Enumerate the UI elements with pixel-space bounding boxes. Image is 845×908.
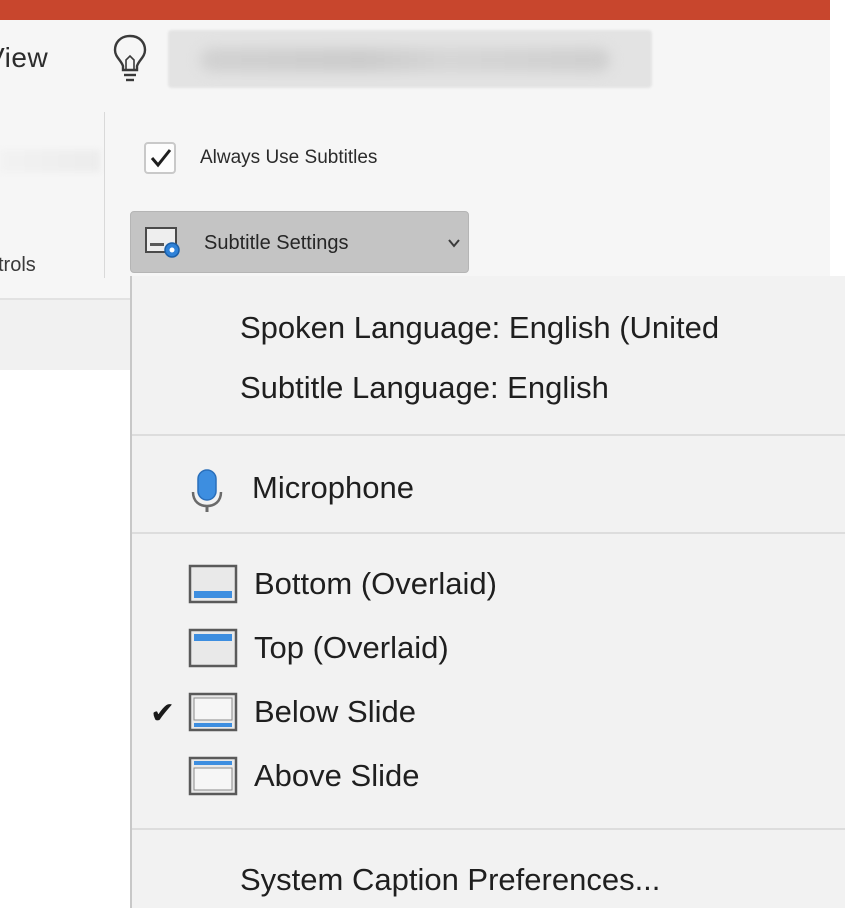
above-slide-icon bbox=[188, 756, 238, 796]
menu-item-system-caption-preferences[interactable]: System Caption Preferences... bbox=[132, 848, 845, 908]
checkbox-box[interactable] bbox=[144, 142, 176, 174]
title-bar bbox=[0, 0, 830, 20]
menu-separator bbox=[132, 828, 845, 830]
microphone-icon bbox=[191, 469, 223, 512]
spoken-language-label: Spoken Language: English (United bbox=[240, 310, 720, 345]
search-box-blurred-content bbox=[200, 48, 610, 72]
selected-check-icon: ✔ bbox=[150, 697, 176, 730]
menu-separator bbox=[132, 434, 845, 436]
subtitle-language-label: Subtitle Language: English bbox=[240, 370, 609, 405]
subtitle-settings-label: Subtitle Settings bbox=[204, 232, 349, 254]
menu-item-spoken-language[interactable]: Spoken Language: English (United bbox=[132, 296, 845, 356]
menu-separator bbox=[132, 532, 845, 534]
lightbulb-icon[interactable] bbox=[110, 32, 150, 84]
menu-item-below-slide[interactable]: ✔ Below Slide bbox=[132, 680, 845, 740]
always-use-subtitles-checkbox[interactable]: Always Use Subtitles bbox=[144, 138, 377, 178]
menu-item-subtitle-language[interactable]: Subtitle Language: English bbox=[132, 356, 845, 416]
ribbon-faded-content bbox=[0, 150, 100, 172]
app-window: View trols Always Use Subtitles Subtitle… bbox=[0, 0, 845, 908]
menu-item-bottom-overlaid[interactable]: Bottom (Overlaid) bbox=[132, 552, 845, 612]
checkmark-icon bbox=[150, 149, 172, 168]
tab-view-label: View bbox=[0, 42, 49, 73]
position-label: Bottom (Overlaid) bbox=[254, 566, 497, 601]
menu-item-microphone[interactable]: Microphone bbox=[132, 456, 845, 516]
subtitle-settings-menu: Spoken Language: English (United Subtitl… bbox=[130, 276, 845, 908]
subtitle-settings-button[interactable]: Subtitle Settings bbox=[130, 211, 469, 273]
ribbon-group-label: trols bbox=[0, 254, 36, 276]
position-label: Above Slide bbox=[254, 758, 420, 793]
subtitle-settings-icon bbox=[145, 227, 180, 258]
bottom-overlaid-icon bbox=[188, 564, 238, 604]
ribbon-group-divider bbox=[104, 112, 105, 278]
menu-item-top-overlaid[interactable]: Top (Overlaid) bbox=[132, 616, 845, 676]
system-caption-preferences-label: System Caption Preferences... bbox=[240, 862, 661, 897]
position-label: Top (Overlaid) bbox=[254, 630, 449, 665]
menu-item-above-slide[interactable]: Above Slide bbox=[132, 744, 845, 804]
top-overlaid-icon bbox=[188, 628, 238, 668]
tab-view[interactable]: View bbox=[0, 42, 48, 74]
microphone-label: Microphone bbox=[252, 470, 414, 505]
always-use-subtitles-label: Always Use Subtitles bbox=[200, 147, 378, 168]
below-slide-icon bbox=[188, 692, 238, 732]
position-label: Below Slide bbox=[254, 694, 416, 729]
chevron-down-icon bbox=[448, 239, 460, 248]
